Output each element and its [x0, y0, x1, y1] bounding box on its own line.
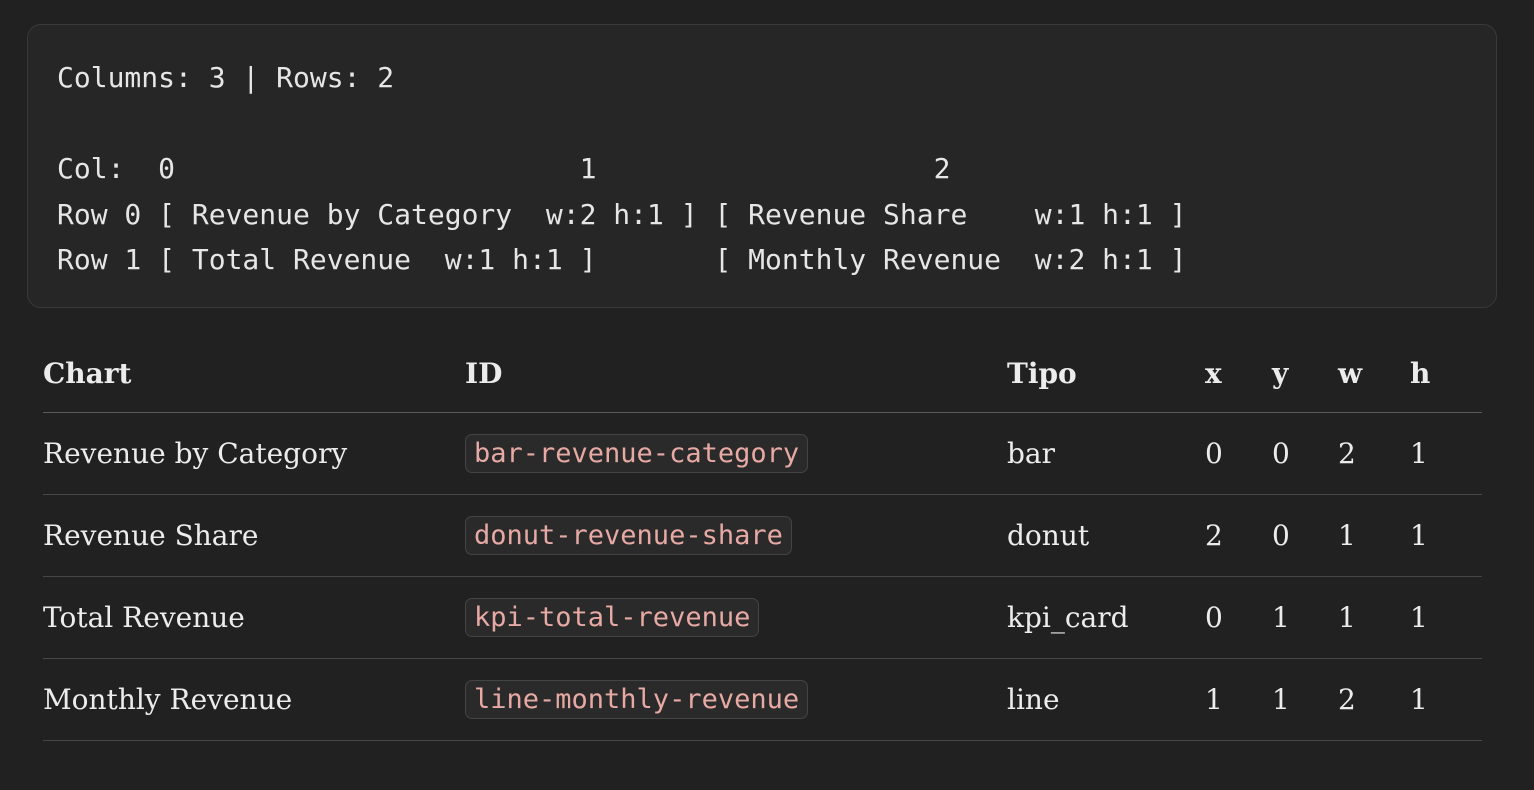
code-line: Row 0 [ Revenue by Category w:2 h:1 ] [ … [57, 197, 1187, 231]
grid-layout-text: Columns: 3 | Rows: 2 Col: 0 1 2 Row 0 [ … [57, 55, 1186, 283]
cell-chart-name: Total Revenue [43, 576, 465, 659]
header-h: h [1410, 334, 1482, 413]
header-tipo: Tipo [1007, 334, 1205, 413]
cell-chart-name: Revenue Share [43, 494, 465, 577]
chart-id-code: donut-revenue-share [465, 516, 792, 555]
header-x: x [1205, 334, 1272, 413]
cell-x: 0 [1205, 412, 1272, 495]
cell-id: donut-revenue-share [465, 494, 1007, 577]
cell-tipo: donut [1007, 494, 1205, 577]
table-header-row: Chart ID Tipo x y w h [43, 334, 1482, 413]
cell-id: bar-revenue-category [465, 412, 1007, 495]
cell-x: 2 [1205, 494, 1272, 577]
cell-w: 1 [1338, 494, 1410, 577]
cell-id: line-monthly-revenue [465, 658, 1007, 741]
cell-tipo: line [1007, 658, 1205, 741]
code-line: Columns: 3 | Rows: 2 [57, 61, 395, 94]
cell-w: 2 [1338, 658, 1410, 741]
cell-chart-name: Monthly Revenue [43, 658, 465, 741]
table-row: Revenue by Category bar-revenue-category… [43, 412, 1482, 495]
cell-h: 1 [1410, 494, 1482, 577]
header-chart: Chart [43, 334, 465, 413]
cell-h: 1 [1410, 412, 1482, 495]
chart-layout-table: Chart ID Tipo x y w h Revenue by Categor… [43, 334, 1482, 741]
table-row: Monthly Revenue line-monthly-revenue lin… [43, 658, 1482, 741]
cell-tipo: kpi_card [1007, 576, 1205, 659]
code-line: Col: 0 1 2 [57, 152, 951, 185]
code-line: Row 1 [ Total Revenue w:1 h:1 ] [ Monthl… [57, 243, 1187, 276]
cell-tipo: bar [1007, 412, 1205, 495]
chart-id-code: bar-revenue-category [465, 434, 809, 473]
cell-h: 1 [1410, 576, 1482, 659]
cell-chart-name: Revenue by Category [43, 412, 465, 495]
header-id: ID [465, 334, 1007, 413]
cell-w: 1 [1338, 576, 1410, 659]
cell-y: 1 [1272, 658, 1338, 741]
cell-y: 1 [1272, 576, 1338, 659]
cell-id: kpi-total-revenue [465, 576, 1007, 659]
cell-y: 0 [1272, 494, 1338, 577]
cell-x: 1 [1205, 658, 1272, 741]
header-w: w [1338, 334, 1410, 413]
table-row: Total Revenue kpi-total-revenue kpi_card… [43, 576, 1482, 659]
grid-layout-code-block: Columns: 3 | Rows: 2 Col: 0 1 2 Row 0 [ … [27, 24, 1497, 308]
cell-x: 0 [1205, 576, 1272, 659]
cell-w: 2 [1338, 412, 1410, 495]
cell-h: 1 [1410, 658, 1482, 741]
header-y: y [1272, 334, 1338, 413]
chart-id-code: kpi-total-revenue [465, 598, 760, 637]
chart-id-code: line-monthly-revenue [465, 680, 809, 719]
cell-y: 0 [1272, 412, 1338, 495]
table-row: Revenue Share donut-revenue-share donut … [43, 494, 1482, 577]
